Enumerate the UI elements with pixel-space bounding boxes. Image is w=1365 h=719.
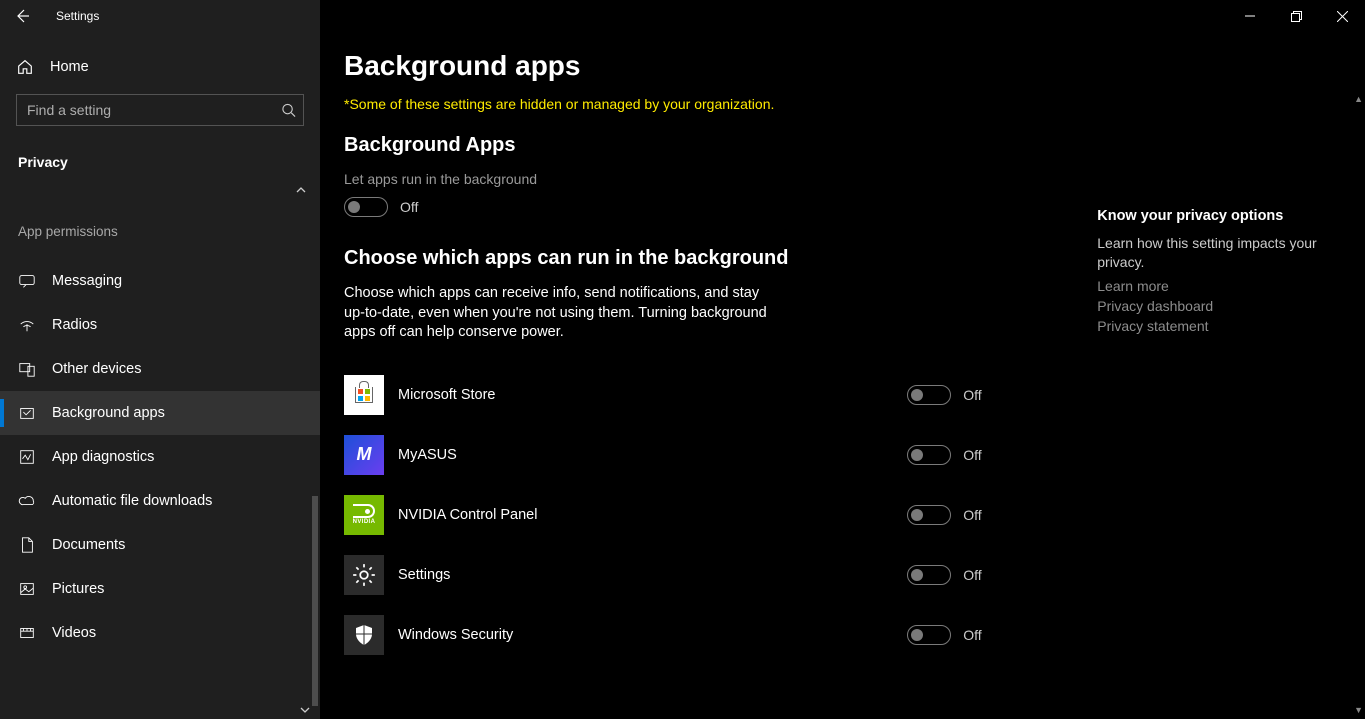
sidebar-nav: Messaging Radios Other devices Backgroun…: [0, 259, 320, 655]
sidebar-item-background-apps[interactable]: Background apps: [0, 391, 320, 435]
back-button[interactable]: [0, 0, 44, 32]
chevron-down-icon: [300, 705, 310, 715]
search-box[interactable]: [16, 94, 304, 126]
toggle-nvidia[interactable]: [907, 505, 951, 525]
chevron-up-icon: [296, 185, 306, 195]
sidebar-item-app-diagnostics[interactable]: App diagnostics: [0, 435, 320, 479]
app-row-windows-security: Windows Security Off: [344, 605, 1027, 665]
sidebar-scrollbar[interactable]: [312, 496, 318, 706]
microsoft-store-icon: [344, 375, 384, 415]
app-diagnostics-icon: [18, 448, 36, 466]
org-managed-notice: *Some of these settings are hidden or ma…: [344, 96, 1325, 112]
home-button[interactable]: Home: [0, 48, 320, 86]
app-list: Microsoft Store Off M MyASUS Off: [344, 365, 1027, 665]
toggle-myasus[interactable]: [907, 445, 951, 465]
scroll-down-icon[interactable]: ▼: [1354, 705, 1363, 715]
app-row-settings: Settings Off: [344, 545, 1027, 605]
close-button[interactable]: [1319, 0, 1365, 32]
sidebar-item-automatic-file-downloads[interactable]: Automatic file downloads: [0, 479, 320, 523]
minimize-button[interactable]: [1227, 0, 1273, 32]
toggle-settings[interactable]: [907, 565, 951, 585]
scroll-up-icon[interactable]: ▲: [1354, 94, 1363, 104]
other-devices-icon: [18, 360, 36, 378]
cloud-icon: [18, 492, 36, 510]
nvidia-icon: NVIDIA: [344, 495, 384, 535]
privacy-aside: Know your privacy options Learn how this…: [1097, 134, 1325, 665]
videos-icon: [18, 624, 36, 642]
link-learn-more[interactable]: Learn more: [1097, 278, 1325, 294]
home-label: Home: [50, 59, 89, 75]
sidebar-section-privacy[interactable]: Privacy: [0, 146, 320, 178]
link-privacy-statement[interactable]: Privacy statement: [1097, 318, 1325, 334]
aside-desc: Learn how this setting impacts your priv…: [1097, 234, 1325, 272]
pictures-icon: [18, 580, 36, 598]
link-privacy-dashboard[interactable]: Privacy dashboard: [1097, 298, 1325, 314]
window-controls: [1227, 0, 1365, 32]
settings-app-icon: [344, 555, 384, 595]
sidebar-item-pictures[interactable]: Pictures: [0, 567, 320, 611]
sidebar-item-radios[interactable]: Radios: [0, 303, 320, 347]
messaging-icon: [18, 272, 36, 290]
sidebar-item-other-devices[interactable]: Other devices: [0, 347, 320, 391]
toggle-microsoft-store[interactable]: [907, 385, 951, 405]
app-row-nvidia: NVIDIA NVIDIA Control Panel Off: [344, 485, 1027, 545]
master-toggle-state: Off: [400, 199, 418, 215]
search-input[interactable]: [16, 94, 304, 126]
master-toggle-label: Let apps run in the background: [344, 171, 1027, 187]
documents-icon: [18, 536, 36, 554]
maximize-button[interactable]: [1273, 0, 1319, 32]
titlebar: Settings: [0, 0, 1365, 32]
page-title: Background apps: [344, 50, 1325, 82]
sidebar-item-videos[interactable]: Videos: [0, 611, 320, 655]
content-area: ▲ ▼ Background apps *Some of these setti…: [320, 0, 1365, 719]
section-choose-apps-desc: Choose which apps can receive info, send…: [344, 284, 784, 343]
toggle-windows-security[interactable]: [907, 625, 951, 645]
sidebar-item-documents[interactable]: Documents: [0, 523, 320, 567]
sidebar-group-app-permissions[interactable]: App permissions: [0, 214, 320, 249]
aside-title: Know your privacy options: [1097, 208, 1325, 224]
sidebar: Home Privacy App permissions Messaging: [0, 0, 320, 719]
myasus-icon: M: [344, 435, 384, 475]
section-background-apps-title: Background Apps: [344, 134, 1027, 157]
windows-security-icon: [344, 615, 384, 655]
search-icon: [281, 103, 296, 118]
radios-icon: [18, 316, 36, 334]
master-toggle[interactable]: [344, 197, 388, 217]
window-title: Settings: [56, 9, 99, 23]
background-apps-icon: [18, 404, 36, 422]
section-choose-apps-title: Choose which apps can run in the backgro…: [344, 247, 1027, 270]
app-row-myasus: M MyASUS Off: [344, 425, 1027, 485]
sidebar-item-messaging[interactable]: Messaging: [0, 259, 320, 303]
app-row-microsoft-store: Microsoft Store Off: [344, 365, 1027, 425]
